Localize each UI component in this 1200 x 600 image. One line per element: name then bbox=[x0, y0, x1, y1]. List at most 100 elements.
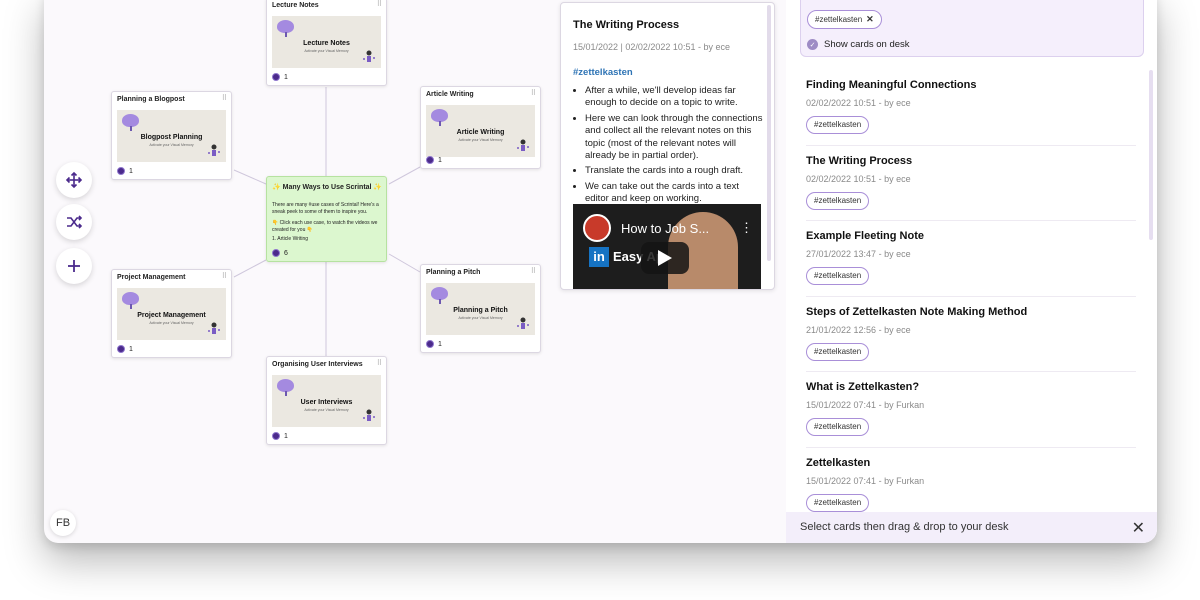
note-bullet: Here we can look through the connections… bbox=[585, 113, 765, 163]
drag-handle-icon[interactable]: ⠿ bbox=[222, 95, 227, 102]
list-item[interactable]: Finding Meaningful Connections 02/02/202… bbox=[806, 70, 1136, 146]
brain-cloud-icon bbox=[431, 109, 448, 126]
card-planning-a-pitch[interactable]: Planning a Pitch ⠿ Planning a Pitch Acti… bbox=[420, 264, 541, 353]
linkedin-icon: in bbox=[589, 247, 609, 267]
drag-drop-hint: Select cards then drag & drop to your de… bbox=[800, 521, 1009, 533]
list-item-tag[interactable]: #zettelkasten bbox=[806, 418, 870, 436]
card-title: Project Management bbox=[117, 274, 186, 281]
list-item-tag[interactable]: #zettelkasten bbox=[806, 267, 870, 285]
drag-handle-icon[interactable]: ⠿ bbox=[531, 268, 536, 275]
play-icon bbox=[658, 250, 672, 266]
shuffle-button[interactable] bbox=[56, 204, 92, 240]
thumbnail-title: Lecture Notes bbox=[303, 40, 350, 47]
sidebar: #zettelkasten ✕ ✓ Show cards on desk Find… bbox=[786, 0, 1157, 543]
brain-cloud-icon bbox=[122, 114, 139, 131]
card-planning-blogpost[interactable]: Planning a Blogpost ⠿ Blogpost Planning … bbox=[111, 91, 232, 180]
brain-cloud-icon bbox=[277, 20, 294, 37]
remove-tag-icon[interactable]: ✕ bbox=[866, 14, 874, 24]
card-body: There are many #use cases of Scrintal! H… bbox=[272, 202, 381, 241]
list-item[interactable]: The Writing Process 02/02/2022 10:51 - b… bbox=[806, 146, 1136, 221]
tag-filter-chip[interactable]: #zettelkasten ✕ bbox=[807, 10, 882, 29]
thumbnail-title: Blogpost Planning bbox=[140, 134, 203, 141]
list-item[interactable]: What is Zettelkasten? 15/01/2022 07:41 -… bbox=[806, 372, 1136, 448]
move-icon bbox=[65, 171, 83, 189]
connection-count: 1 bbox=[438, 340, 442, 348]
shuffle-icon bbox=[67, 215, 83, 229]
note-list: Finding Meaningful Connections 02/02/202… bbox=[806, 70, 1136, 523]
brain-cloud-icon bbox=[122, 292, 139, 309]
detail-scrollbar[interactable] bbox=[767, 5, 771, 261]
card-many-ways-to-use-scrintal[interactable]: ✨ Many Ways to Use Scrintal ✨ There are … bbox=[266, 176, 387, 262]
tag-filter-box: #zettelkasten ✕ ✓ Show cards on desk bbox=[800, 0, 1144, 57]
more-options-icon[interactable]: ⋮ bbox=[740, 220, 753, 236]
card-title: Planning a Pitch bbox=[426, 269, 481, 276]
list-item-tag[interactable]: #zettelkasten bbox=[806, 191, 870, 210]
card-title: Article Writing bbox=[426, 91, 474, 98]
note-detail-panel: The Writing Process 15/01/2022 | 02/02/2… bbox=[560, 2, 775, 290]
embedded-video[interactable]: How to Job S... ⋮ in Easy Ap bbox=[573, 204, 761, 289]
card-body-intro: There are many #use cases of Scrintal! H… bbox=[272, 202, 379, 215]
drag-handle-icon[interactable]: ⠿ bbox=[222, 273, 227, 280]
card-body-list-item: 1. Article Writing bbox=[272, 236, 309, 241]
card-article-writing[interactable]: Article Writing ⠿ Article Writing Activa… bbox=[420, 86, 541, 169]
note-tag[interactable]: #zettelkasten bbox=[573, 67, 633, 78]
connection-count-icon bbox=[272, 249, 280, 257]
plus-icon bbox=[68, 260, 80, 272]
list-item-tag[interactable]: #zettelkasten bbox=[806, 342, 870, 361]
add-card-button[interactable] bbox=[56, 248, 92, 284]
drag-handle-icon[interactable]: ⠿ bbox=[531, 90, 536, 97]
brain-cloud-icon bbox=[277, 379, 294, 396]
connection-count-icon bbox=[117, 345, 125, 353]
list-item-title: What is Zettelkasten? bbox=[806, 381, 920, 393]
connection-count-icon bbox=[272, 73, 280, 81]
card-canvas[interactable]: Lecture Notes ⠿ Lecture Notes Activate y… bbox=[44, 0, 789, 543]
connection-count-icon bbox=[426, 340, 434, 348]
drag-handle-icon[interactable]: ⠿ bbox=[377, 1, 382, 8]
user-avatar[interactable]: FB bbox=[50, 510, 76, 536]
card-footer: 1 bbox=[272, 73, 288, 81]
card-project-management[interactable]: Project Management ⠿ Project Management … bbox=[111, 269, 232, 358]
thumbnail-title: Planning a Pitch bbox=[453, 307, 508, 314]
card-footer: 1 bbox=[117, 167, 133, 175]
channel-avatar bbox=[583, 214, 611, 242]
card-organising-user-interviews[interactable]: Organising User Interviews ⠿ User Interv… bbox=[266, 356, 387, 445]
drag-drop-hint-bar: Select cards then drag & drop to your de… bbox=[786, 512, 1157, 543]
close-icon[interactable]: ✕ bbox=[1132, 518, 1145, 538]
card-thumbnail: Planning a Pitch Activate your Visual Me… bbox=[426, 283, 535, 335]
list-item-title: The Writing Process bbox=[806, 154, 913, 167]
sidebar-scrollbar[interactable] bbox=[1149, 70, 1153, 240]
card-footer: 1 bbox=[117, 345, 133, 353]
brain-cloud-icon bbox=[431, 287, 448, 304]
drag-handle-icon[interactable]: ⠿ bbox=[377, 360, 382, 367]
app-window: Lecture Notes ⠿ Lecture Notes Activate y… bbox=[44, 0, 1157, 543]
card-thumbnail: User Interviews Activate your Visual Mem… bbox=[272, 375, 381, 427]
person-illustration-icon bbox=[517, 139, 529, 151]
person-illustration-icon bbox=[208, 322, 220, 334]
card-title: Organising User Interviews bbox=[272, 361, 363, 368]
list-item[interactable]: Example Fleeting Note 27/01/2022 13:47 -… bbox=[806, 221, 1136, 297]
note-title: The Writing Process bbox=[573, 19, 680, 31]
list-item-tag[interactable]: #zettelkasten bbox=[806, 493, 870, 512]
note-bullet: Translate the cards into a rough draft. bbox=[585, 165, 765, 177]
list-item[interactable]: Steps of Zettelkasten Note Making Method… bbox=[806, 297, 1136, 372]
show-cards-label: Show cards on desk bbox=[824, 39, 910, 50]
list-item-meta: 02/02/2022 10:51 - by ece bbox=[806, 98, 911, 108]
move-tool-button[interactable] bbox=[56, 162, 92, 198]
card-body-instruction: 👇 Click each use case, to watch the vide… bbox=[272, 220, 378, 233]
check-circle-icon[interactable]: ✓ bbox=[807, 39, 818, 50]
card-footer: 1 bbox=[426, 340, 442, 348]
connection-count: 1 bbox=[129, 167, 133, 175]
show-cards-toggle[interactable]: ✓ Show cards on desk bbox=[807, 39, 910, 50]
list-item-title: Zettelkasten bbox=[806, 456, 871, 469]
card-thumbnail: Lecture Notes Activate your Visual Memor… bbox=[272, 16, 381, 68]
card-lecture-notes[interactable]: Lecture Notes ⠿ Lecture Notes Activate y… bbox=[266, 0, 387, 86]
play-button[interactable] bbox=[641, 242, 689, 274]
list-item-title: Finding Meaningful Connections bbox=[806, 79, 977, 91]
person-illustration-icon bbox=[363, 409, 375, 421]
note-bullet: After a while, we'll develop ideas far e… bbox=[585, 85, 765, 110]
connection-count-icon bbox=[272, 432, 280, 440]
connection-count-icon bbox=[426, 156, 434, 164]
list-item-tag[interactable]: #zettelkasten bbox=[806, 116, 870, 134]
card-thumbnail: Blogpost Planning Activate your Visual M… bbox=[117, 110, 226, 162]
note-meta: 15/01/2022 | 02/02/2022 10:51 - by ece bbox=[573, 42, 730, 52]
